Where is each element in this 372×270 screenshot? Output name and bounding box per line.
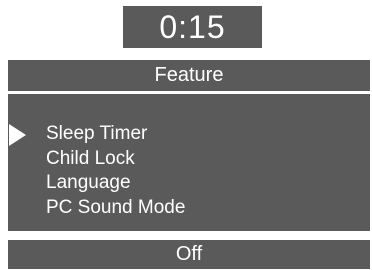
menu-title: Feature [154,64,224,86]
menu-item-language[interactable]: Language [46,171,185,196]
menu-list: Sleep Timer Child Lock Language PC Sound… [46,122,185,220]
clock-display: 0:15 [123,6,262,48]
menu-title-bar: Feature [8,60,370,91]
menu-item-child-lock[interactable]: Child Lock [46,147,185,172]
setting-value: Off [175,243,203,265]
menu-item-sleep-timer[interactable]: Sleep Timer [46,122,185,147]
menu-panel: Sleep Timer Child Lock Language PC Sound… [8,92,370,231]
clock-time: 0:15 [159,8,226,45]
setting-value-bar: Off [8,240,370,269]
menu-item-pc-sound-mode[interactable]: PC Sound Mode [46,196,185,221]
selection-arrow-icon [9,124,26,146]
